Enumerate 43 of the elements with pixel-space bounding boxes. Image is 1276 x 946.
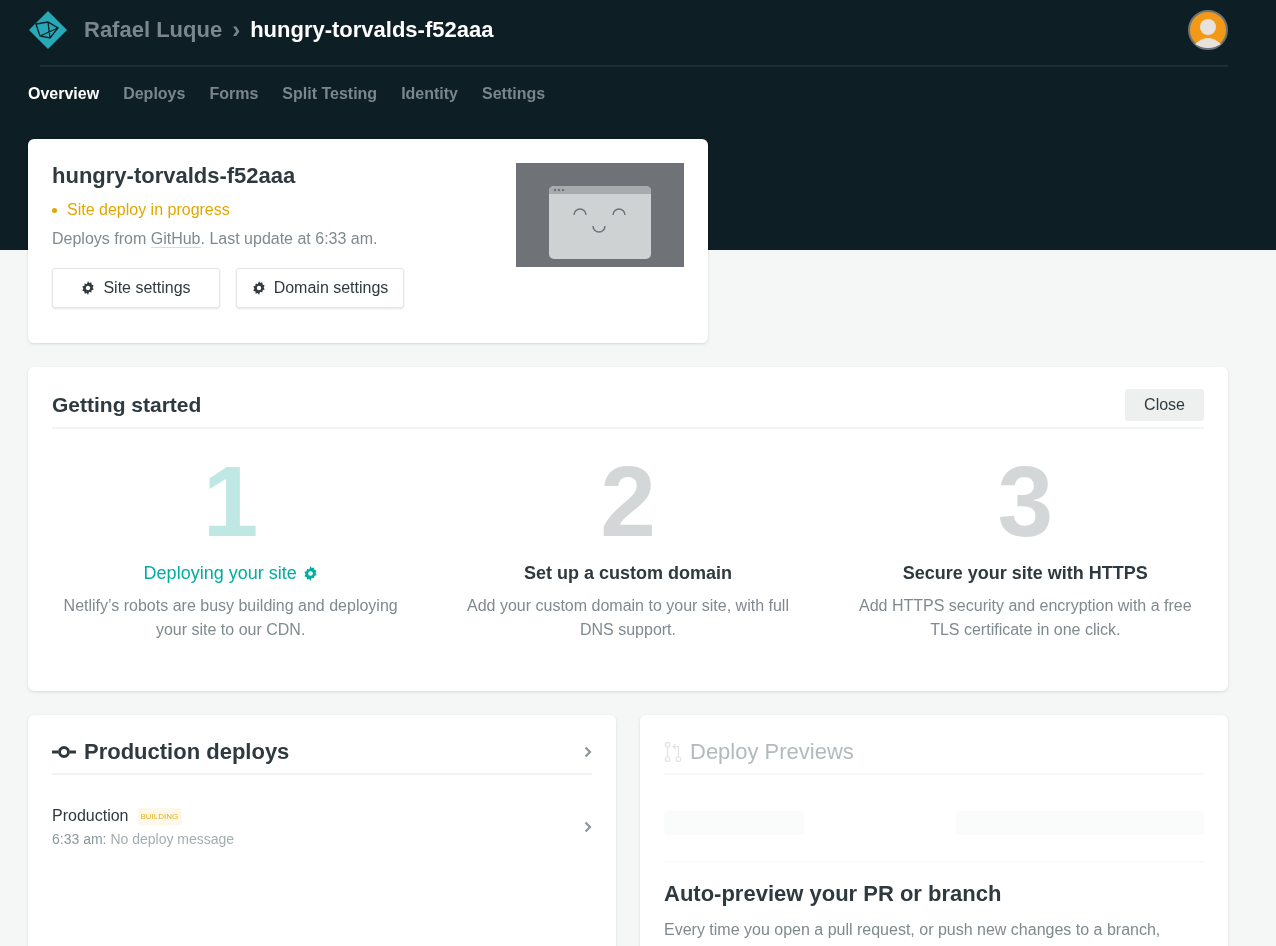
logo-icon[interactable]: [28, 10, 68, 50]
step-description: Add your custom domain to your site, with full DNS support.: [466, 596, 790, 640]
nav-tab[interactable]: Identity: [401, 85, 458, 103]
site-name[interactable]: hungry-torvalds-f52aaa: [250, 17, 494, 43]
pull-request-icon: [664, 741, 682, 763]
step-number: 1: [201, 445, 260, 557]
site-title: hungry-torvalds-f52aaa: [52, 163, 297, 189]
settings-button[interactable]: Site settings: [52, 268, 220, 308]
deploy-message: No deploy message: [110, 831, 235, 847]
close-button[interactable]: Close: [1125, 389, 1204, 421]
nav-tab[interactable]: Deploys: [123, 85, 186, 103]
settings-button[interactable]: Domain settings: [236, 268, 404, 308]
section-title[interactable]: Production deploys: [84, 739, 290, 765]
step-description: Add HTTPS security and encryption with a free TLS certificate in one click.: [858, 596, 1193, 640]
empty-state-text: Every time you open a pull request, or push new changes to a branch,: [664, 921, 1162, 939]
nav-tab[interactable]: Settings: [482, 85, 546, 103]
empty-state-heading: Auto-preview your PR or branch: [664, 881, 1003, 907]
avatar-icon[interactable]: [1188, 10, 1228, 50]
status-badge: BUILDING: [136, 807, 183, 825]
commit-icon: [52, 746, 76, 758]
deploy-name: Production: [52, 807, 129, 825]
deploy-row[interactable]: Production BUILDING 6:33 am: No deploy message: [52, 807, 592, 847]
status-dot: [52, 207, 57, 213]
section-title: Getting started: [52, 393, 202, 417]
breadcrumb-separator: ›: [232, 16, 241, 44]
github-link[interactable]: GitHub: [150, 230, 201, 248]
deploy-source-text: Deploys from GitHub. Last update at 6:33 am.: [52, 230, 379, 248]
gear-icon: [251, 281, 266, 295]
step-description: Netlify’s robots are busy building and deploying your site to our CDN.: [62, 596, 399, 640]
nav-tab[interactable]: Split Testing: [282, 85, 378, 103]
step-title: Set up a custom domain: [523, 563, 732, 584]
team-link[interactable]: Rafael Luque: [84, 17, 223, 43]
section-title: Deploy Previews: [690, 739, 854, 765]
deploy-status: Site deploy in progress: [67, 201, 230, 219]
gear-icon: [81, 281, 96, 295]
step-title: Deploying your site: [143, 563, 318, 584]
deploy-time: 6:33 am:: [52, 831, 107, 847]
step-title: Secure your site with HTTPS: [902, 563, 1148, 584]
chevron-icon[interactable]: [584, 746, 592, 758]
nav-tab[interactable]: Forms: [209, 85, 259, 103]
nav-tab[interactable]: Overview: [28, 85, 100, 103]
chevron-icon: [584, 821, 592, 833]
gear-icon: [302, 566, 318, 581]
